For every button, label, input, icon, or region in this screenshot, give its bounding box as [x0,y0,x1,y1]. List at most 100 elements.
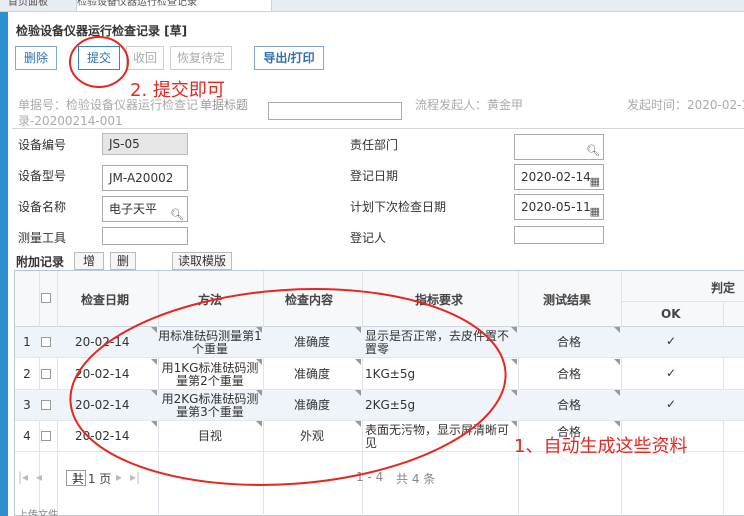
model-label: 设备型号 [18,169,67,183]
load-template-button[interactable]: 读取模版 [172,252,232,270]
edit-marker-icon [511,390,517,396]
calendar-icon[interactable]: ▦ [589,200,600,219]
row-number: 1 [23,336,31,349]
tab-strip: 首页面板 检验设备仪器运行检查记录 [0,0,744,12]
start-time: 发起时间：2020-02-1 [627,98,744,112]
row-checkbox[interactable] [41,369,51,379]
device-no-label: 设备编号 [18,138,67,152]
cell-content[interactable]: 准确度 [263,368,361,381]
measuring-tool-label: 测量工具 [18,231,67,245]
cell-content[interactable]: 准确度 [263,336,361,349]
device-name-field[interactable]: 电子天平 🔍︎ [102,196,188,222]
cell-content[interactable]: 准确度 [263,399,361,412]
edit-marker-icon [151,390,157,396]
search-icon[interactable]: 🔍︎ [586,141,600,159]
row-number: 3 [23,399,31,412]
edit-marker-icon [151,327,157,333]
row-checkbox[interactable] [41,400,51,410]
cell-method[interactable]: 用标准砝码测量第1个重量 [158,330,262,356]
registrar-label: 登记人 [350,231,387,245]
restore-pending-button[interactable]: 恢复待定 [170,46,232,70]
doc-title-input[interactable] [268,102,402,120]
cell-date[interactable]: 20-02-14 [75,368,145,381]
ok-check-icon[interactable]: ✓ [635,335,707,348]
dept-label: 责任部门 [350,138,399,152]
cell-result[interactable]: 合格 [521,399,617,412]
cell-requirement[interactable]: 1KG±5g [365,368,515,381]
cell-requirement[interactable]: 2KG±5g [365,399,515,412]
submit-annotation: 2. 提交即可 [130,80,225,101]
cell-result[interactable]: 合格 [521,336,617,349]
row-checkbox[interactable] [41,431,51,441]
delete-row-button[interactable]: 删 [110,252,136,270]
edit-marker-icon [355,327,361,333]
export-print-button[interactable]: 导出/打印 [254,46,324,70]
pager: |◂ ◂ 1 共 1 页 ▸ ▸| 1 - 4 共 4 条 [18,470,744,488]
col-judge-header[interactable]: 判定 [711,279,735,296]
col-date-header[interactable]: 检查日期 [81,291,129,308]
calendar-icon[interactable]: ▦ [589,170,600,189]
edit-marker-icon [256,421,262,427]
row-range: 1 - 4 [356,470,384,484]
process-initiator: 流程发起人：黄金甲 [415,98,524,112]
cell-date[interactable]: 20-02-14 [75,430,145,443]
model-field[interactable]: JM-A20002 [102,165,188,191]
last-page-icon[interactable]: ▸| [130,470,140,484]
edit-marker-icon [614,390,620,396]
table-row[interactable]: 3 20-02-14 用2KG标准砝码测量第3个重量 准确度 2KG±5g 合格… [15,390,744,421]
col-method-header[interactable]: 方法 [198,291,222,308]
ok-check-icon[interactable]: ✓ [635,367,707,380]
cell-date[interactable]: 20-02-14 [75,336,145,349]
registrar-field[interactable] [514,226,604,244]
cell-date[interactable]: 20-02-14 [75,399,145,412]
dept-field[interactable]: 🔍︎ [514,134,604,160]
cell-result[interactable]: 合格 [521,368,617,381]
reg-date-value: 2020-02-14 [521,170,591,184]
select-all-checkbox[interactable] [41,293,51,303]
ok-check-icon[interactable]: ✓ [635,398,707,411]
page-title: 检验设备仪器运行检查记录 [草] [16,24,188,38]
edit-marker-icon [614,421,620,427]
prev-page-icon[interactable]: ◂ [36,470,42,484]
device-no-field[interactable]: JS-05 [102,133,188,155]
header-divider [12,128,744,129]
col-result-header[interactable]: 测试结果 [543,291,591,308]
col-requirement-header[interactable]: 指标要求 [415,291,463,308]
upload-file-label: 上传文件 [18,510,58,516]
edit-marker-icon [355,359,361,365]
table-row[interactable]: 2 20-02-14 用1KG标准砝码测量第2个重量 准确度 1KG±5g 合格… [15,359,744,390]
first-page-icon[interactable]: |◂ [18,470,28,484]
add-row-button[interactable]: 增 [74,252,104,270]
device-name-label: 设备名称 [18,200,67,214]
delete-button[interactable]: 删除 [15,46,57,70]
edit-marker-icon [511,359,517,365]
cell-content[interactable]: 外观 [263,430,361,443]
reg-date-field[interactable]: 2020-02-14 ▦ [514,164,604,190]
col-content-header[interactable]: 检查内容 [285,291,333,308]
row-checkbox[interactable] [41,337,51,347]
reg-date-label: 登记日期 [350,169,399,183]
cell-requirement[interactable]: 显示是否正常，去皮件置不置零 [365,330,515,356]
grid-header: 检查日期 方法 检查内容 指标要求 测试结果 判定 OK [15,271,744,327]
table-row[interactable]: 1 20-02-14 用标准砝码测量第1个重量 准确度 显示是否正常，去皮件置不… [15,327,744,358]
measuring-tool-field[interactable] [102,227,188,245]
row-number: 4 [23,430,31,443]
withdraw-button[interactable]: 收回 [126,46,164,70]
edit-marker-icon [614,327,620,333]
cell-method[interactable]: 用1KG标准砝码测量第2个重量 [158,362,262,388]
edit-marker-icon [355,390,361,396]
cell-method[interactable]: 目视 [158,430,262,443]
search-icon[interactable]: 🔍︎ [170,203,184,221]
submit-button[interactable]: 提交 [78,46,120,70]
total-rows: 共 4 条 [396,472,436,486]
next-check-date-field[interactable]: 2020-05-11 ▦ [514,194,604,220]
edit-marker-icon [151,359,157,365]
cell-requirement[interactable]: 表面无污物，显示屏清晰可见 [365,424,515,450]
tab-inspection-record[interactable]: 检验设备仪器运行检查记录 [76,0,272,12]
model-value: JM-A20002 [109,171,174,185]
next-check-date-label: 计划下次检查日期 [350,200,447,214]
next-page-icon[interactable]: ▸ [116,470,122,484]
col-ok-header[interactable]: OK [661,307,681,321]
cell-method[interactable]: 用2KG标准砝码测量第3个重量 [158,393,262,419]
tab-home[interactable]: 首页面板 [8,0,64,12]
